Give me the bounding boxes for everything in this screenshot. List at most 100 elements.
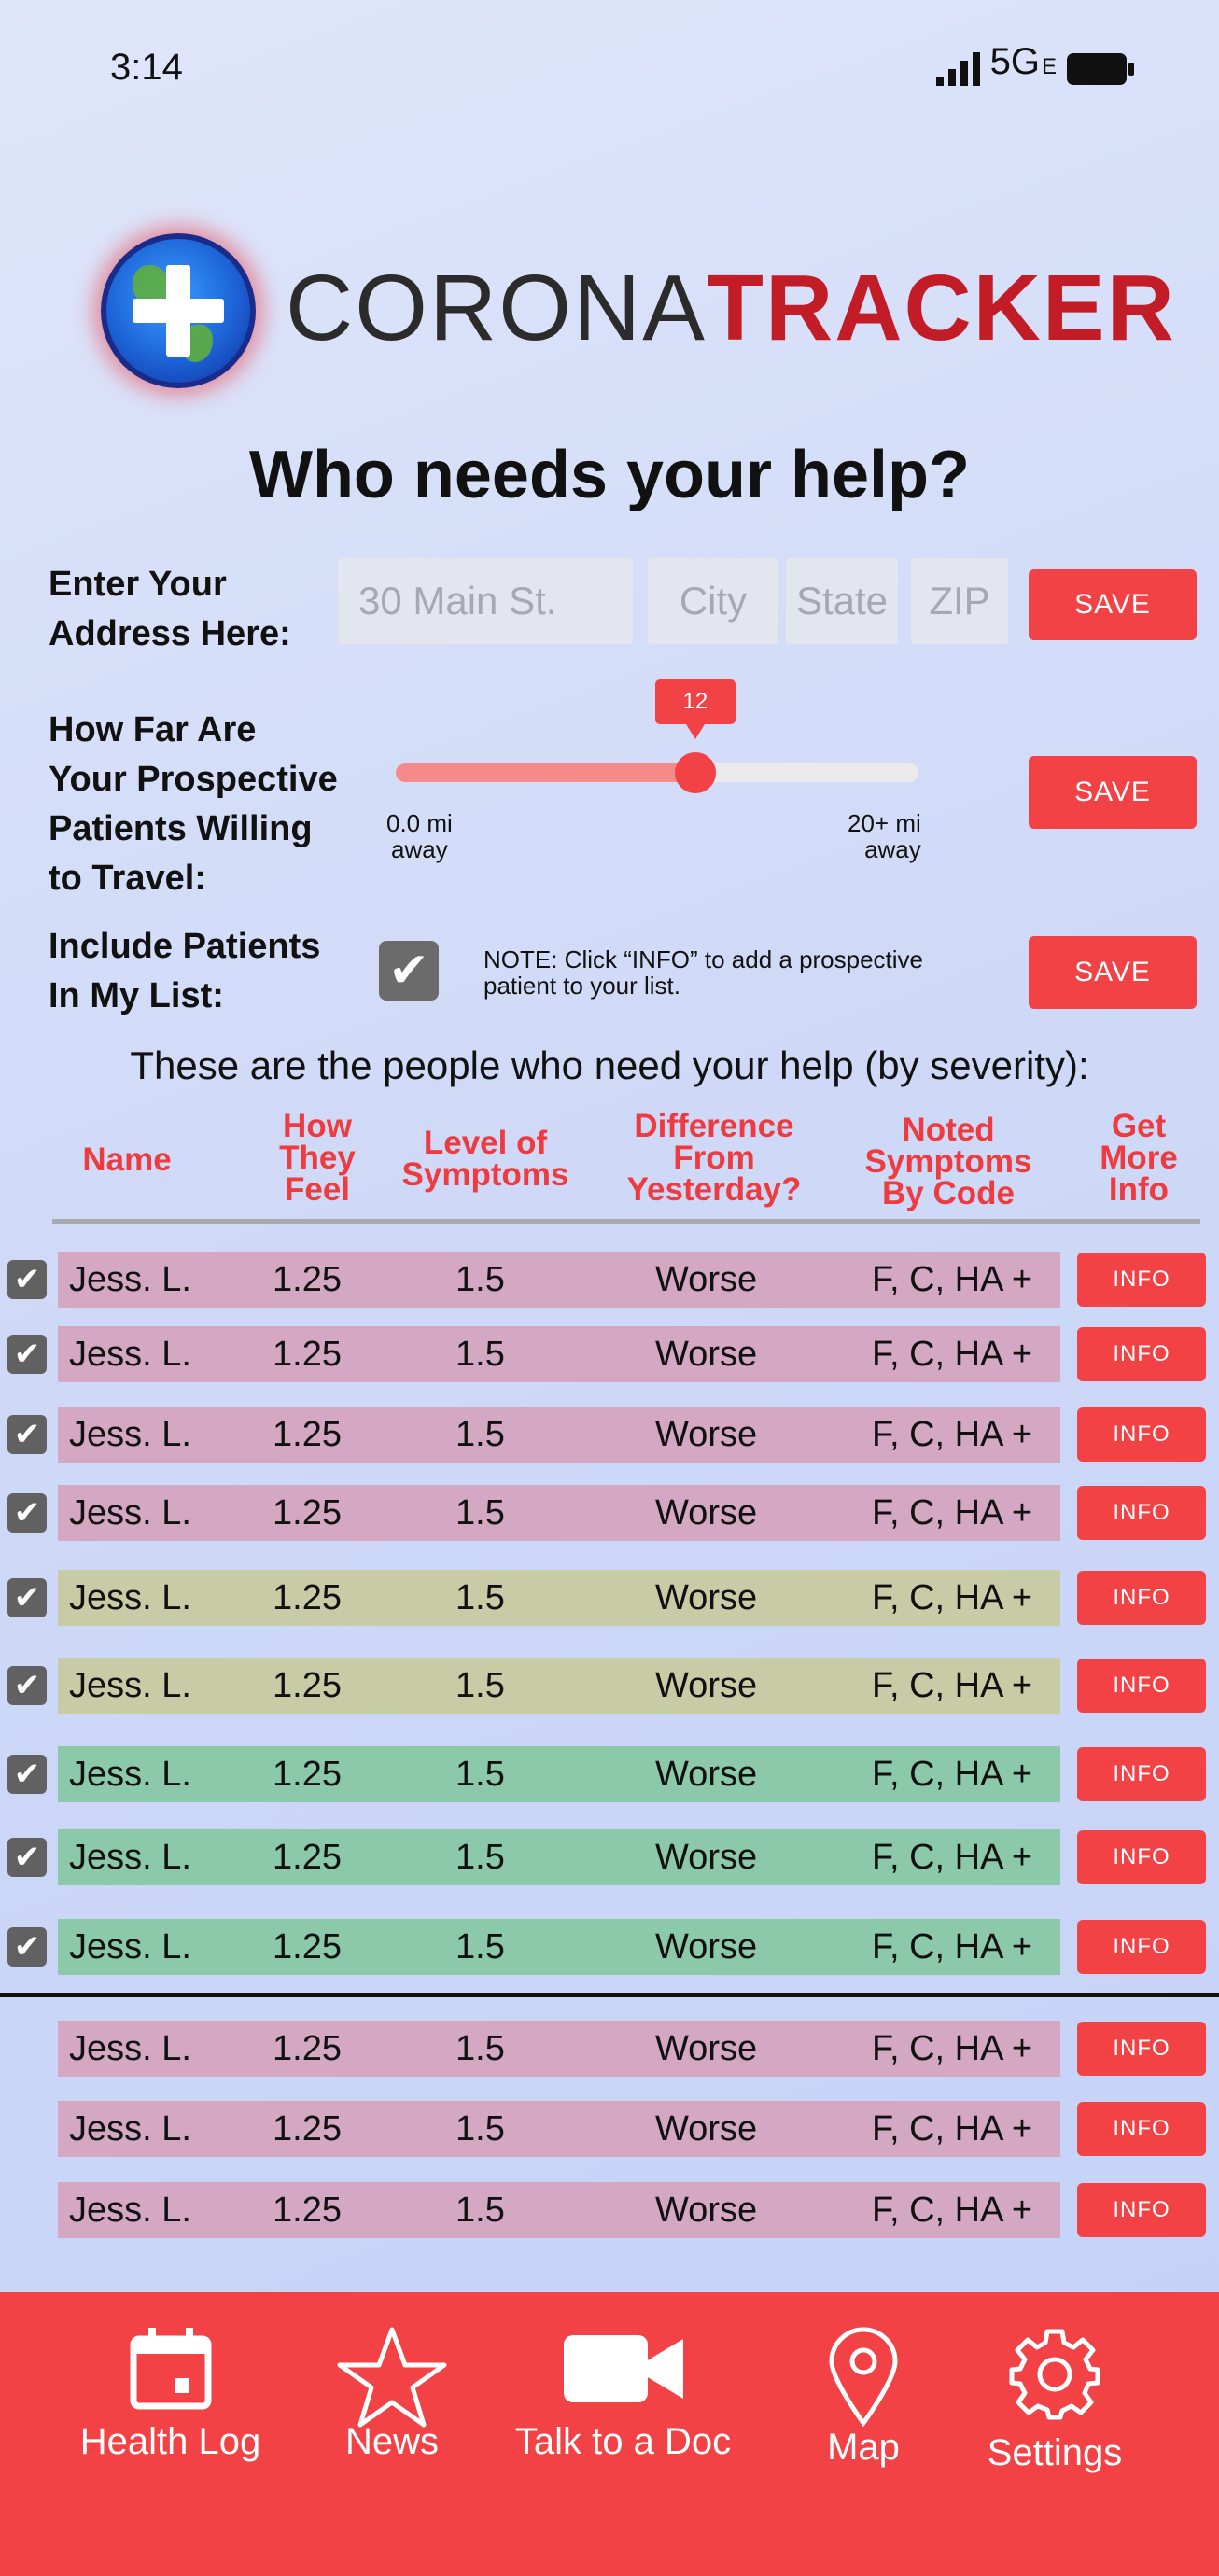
column-header-codes: Noted Symptoms By Code <box>864 1112 1032 1211</box>
info-button[interactable]: INFO <box>1077 1407 1206 1462</box>
cell-name: Jess. L. <box>69 1334 191 1374</box>
cell-level: 1.5 <box>455 2028 505 2068</box>
page-title: Who needs your help? <box>248 438 971 512</box>
cell-level: 1.5 <box>455 1334 505 1374</box>
table-row: Jess. L. 1.25 1.5 Worse F, C, HA + <box>58 1407 1060 1463</box>
distance-value-tooltip: 12 <box>654 679 736 739</box>
cell-difference: Worse <box>655 1334 758 1374</box>
table-row: Jess. L. 1.25 1.5 Worse F, C, HA + <box>58 1570 1060 1626</box>
row-checkbox[interactable]: ✔ <box>7 1493 47 1533</box>
cell-difference: Worse <box>655 2190 758 2230</box>
cell-feel: 1.25 <box>273 1334 342 1374</box>
cell-feel: 1.25 <box>273 2190 342 2230</box>
cell-feel: 1.25 <box>273 2028 342 2068</box>
cell-codes: F, C, HA + <box>872 1334 1033 1374</box>
info-button[interactable]: INFO <box>1077 1830 1206 1884</box>
info-button[interactable]: INFO <box>1077 2022 1206 2076</box>
cell-codes: F, C, HA + <box>872 2190 1033 2230</box>
cell-codes: F, C, HA + <box>872 1837 1033 1877</box>
network-label: 5GE <box>989 41 1057 82</box>
app-logo-text: CORONATRACKER <box>286 256 1176 360</box>
cell-level: 1.5 <box>455 1837 505 1877</box>
column-header-feel: How They Feel <box>279 1108 356 1208</box>
row-checkbox[interactable]: ✔ <box>7 1927 47 1967</box>
cell-level: 1.5 <box>455 1926 505 1967</box>
info-note: NOTE: Click “INFO” to add a prospective … <box>483 945 924 1000</box>
table-row: Jess. L. 1.25 1.5 Worse F, C, HA + <box>58 2021 1060 2077</box>
cell-level: 1.5 <box>455 2108 505 2149</box>
cell-name: Jess. L. <box>69 1259 191 1299</box>
cell-feel: 1.25 <box>273 2108 342 2149</box>
row-checkbox[interactable]: ✔ <box>7 1260 47 1299</box>
nav-label: Settings <box>987 2432 1123 2473</box>
table-row: Jess. L. 1.25 1.5 Worse F, C, HA + <box>58 1485 1060 1541</box>
list-section-divider <box>0 1993 1219 1997</box>
column-header-difference: Difference From Yesterday? <box>626 1108 802 1208</box>
cell-difference: Worse <box>655 1926 758 1967</box>
cell-codes: F, C, HA + <box>872 1926 1033 1967</box>
street-input[interactable]: 30 Main St. <box>338 558 633 644</box>
row-checkbox[interactable]: ✔ <box>7 1666 47 1705</box>
row-checkbox[interactable]: ✔ <box>7 1415 47 1454</box>
cell-difference: Worse <box>655 1665 758 1705</box>
distance-label: How Far Are Your Prospective Patients Wi… <box>49 710 338 898</box>
nav-settings[interactable]: Settings <box>975 2326 1134 2474</box>
info-button[interactable]: INFO <box>1077 1327 1206 1381</box>
info-button[interactable]: INFO <box>1077 2183 1206 2237</box>
address-label: Enter Your Address Here: <box>49 565 291 653</box>
cell-difference: Worse <box>655 2108 758 2149</box>
city-input[interactable]: City <box>648 558 778 644</box>
cell-name: Jess. L. <box>69 1926 191 1967</box>
info-button[interactable]: INFO <box>1077 1486 1206 1540</box>
cell-feel: 1.25 <box>273 1665 342 1705</box>
cell-name: Jess. L. <box>69 1414 191 1454</box>
save-distance-button[interactable]: SAVE <box>1029 756 1197 829</box>
info-button[interactable]: INFO <box>1077 1253 1206 1307</box>
cell-codes: F, C, HA + <box>872 2108 1033 2149</box>
cell-name: Jess. L. <box>69 1837 191 1877</box>
info-button[interactable]: INFO <box>1077 2102 1206 2156</box>
nav-news[interactable]: News <box>322 2326 462 2463</box>
info-button[interactable]: INFO <box>1077 1920 1206 1974</box>
row-checkbox[interactable]: ✔ <box>7 1838 47 1877</box>
table-row: Jess. L. 1.25 1.5 Worse F, C, HA + <box>58 1829 1060 1885</box>
cell-name: Jess. L. <box>69 2028 191 2068</box>
battery-icon <box>1067 53 1134 85</box>
save-address-button[interactable]: SAVE <box>1029 569 1197 640</box>
cell-codes: F, C, HA + <box>872 1754 1033 1794</box>
info-button[interactable]: INFO <box>1077 1747 1206 1801</box>
cell-codes: F, C, HA + <box>872 2028 1033 2068</box>
cell-difference: Worse <box>655 2028 758 2068</box>
zip-input[interactable]: ZIP <box>911 558 1008 644</box>
cell-level: 1.5 <box>455 2190 505 2230</box>
cell-difference: Worse <box>655 1837 758 1877</box>
state-input[interactable]: State <box>786 558 898 644</box>
cell-codes: F, C, HA + <box>872 1665 1033 1705</box>
signal-icon <box>935 52 980 86</box>
save-include-button[interactable]: SAVE <box>1029 936 1197 1009</box>
status-indicators: 5GE <box>935 41 1135 86</box>
include-patients-checkbox[interactable]: ✔ <box>379 941 439 1001</box>
row-checkbox[interactable]: ✔ <box>7 1335 47 1374</box>
nav-health-log[interactable]: Health Log <box>75 2326 266 2463</box>
nav-talk-to-doc[interactable]: Talk to a Doc <box>504 2326 742 2463</box>
info-button[interactable]: INFO <box>1077 1659 1206 1713</box>
info-button[interactable]: INFO <box>1077 1571 1206 1625</box>
table-row: Jess. L. 1.25 1.5 Worse F, C, HA + <box>58 1326 1060 1382</box>
bottom-nav: Health Log News Talk to a Doc Map Settin… <box>0 2292 1219 2576</box>
cell-name: Jess. L. <box>69 1492 191 1533</box>
nav-map[interactable]: Map <box>807 2326 919 2469</box>
map-pin-icon <box>829 2327 898 2428</box>
nav-label: Map <box>827 2427 900 2468</box>
row-checkbox[interactable]: ✔ <box>7 1755 47 1794</box>
row-checkbox[interactable]: ✔ <box>7 1578 47 1617</box>
table-row: Jess. L. 1.25 1.5 Worse F, C, HA + <box>58 1746 1060 1802</box>
cell-feel: 1.25 <box>273 1259 342 1299</box>
calendar-icon <box>130 2328 211 2410</box>
cell-level: 1.5 <box>455 1577 505 1617</box>
cell-codes: F, C, HA + <box>872 1259 1033 1299</box>
distance-slider-handle[interactable] <box>674 752 716 793</box>
cell-difference: Worse <box>655 1414 758 1454</box>
cell-name: Jess. L. <box>69 1577 191 1617</box>
distance-min-label: 0.0 mi away <box>386 809 453 863</box>
